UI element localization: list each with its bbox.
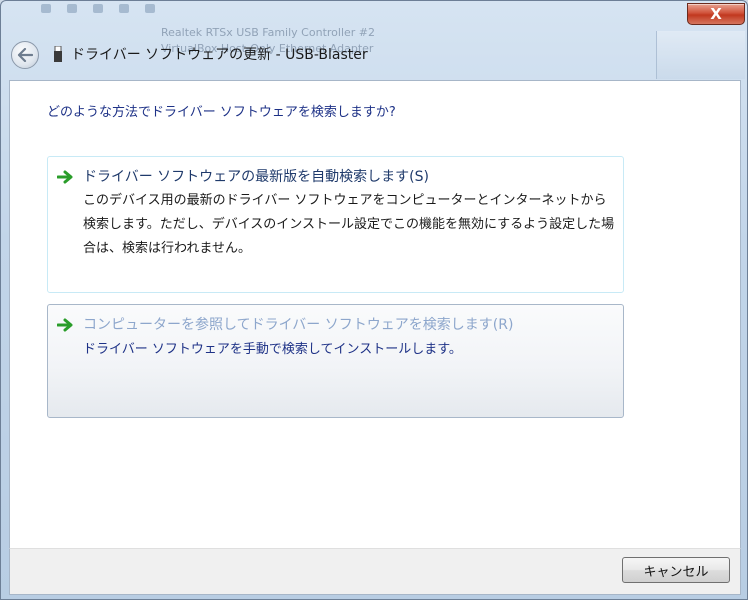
back-button[interactable] [11, 41, 39, 69]
auto-search-title: ドライバー ソフトウェアの最新版を自動検索します(S) [83, 169, 429, 185]
page-heading: どのような方法でドライバー ソフトウェアを検索しますか? [47, 105, 396, 120]
cancel-button[interactable]: キャンセル [622, 557, 730, 583]
browse-computer-option[interactable]: コンピューターを参照してドライバー ソフトウェアを検索します(R) ドライバー … [47, 304, 624, 418]
browse-computer-description: ドライバー ソフトウェアを手動で検索してインストールします。 [83, 342, 462, 357]
green-arrow-icon [57, 170, 73, 184]
close-button[interactable]: X [687, 3, 745, 25]
dialog-window-frame: Realtek RTSx USB Family Controller #2 Vi… [0, 0, 748, 600]
usb-device-icon [54, 46, 62, 62]
background-row: Realtek RTSx USB Family Controller #2 [161, 26, 376, 39]
back-arrow-icon [17, 48, 33, 62]
background-side-panel [656, 31, 745, 79]
auto-search-description: このデバイス用の最新のドライバー ソフトウェアをコンピューターとインターネットか… [83, 193, 615, 256]
window-title: ドライバー ソフトウェアの更新 - USB-Blaster [71, 47, 368, 63]
background-toolbar-icons [41, 1, 181, 15]
window-title-bar: ドライバー ソフトウェアの更新 - USB-Blaster [53, 44, 368, 64]
dialog-footer: キャンセル [9, 548, 741, 595]
close-icon: X [710, 5, 722, 23]
green-arrow-icon [57, 318, 73, 332]
browse-computer-title: コンピューターを参照してドライバー ソフトウェアを検索します(R) [83, 317, 514, 333]
dialog-content: どのような方法でドライバー ソフトウェアを検索しますか? ドライバー ソフトウェ… [9, 80, 741, 548]
auto-search-option[interactable]: ドライバー ソフトウェアの最新版を自動検索します(S) このデバイス用の最新のド… [47, 156, 624, 293]
